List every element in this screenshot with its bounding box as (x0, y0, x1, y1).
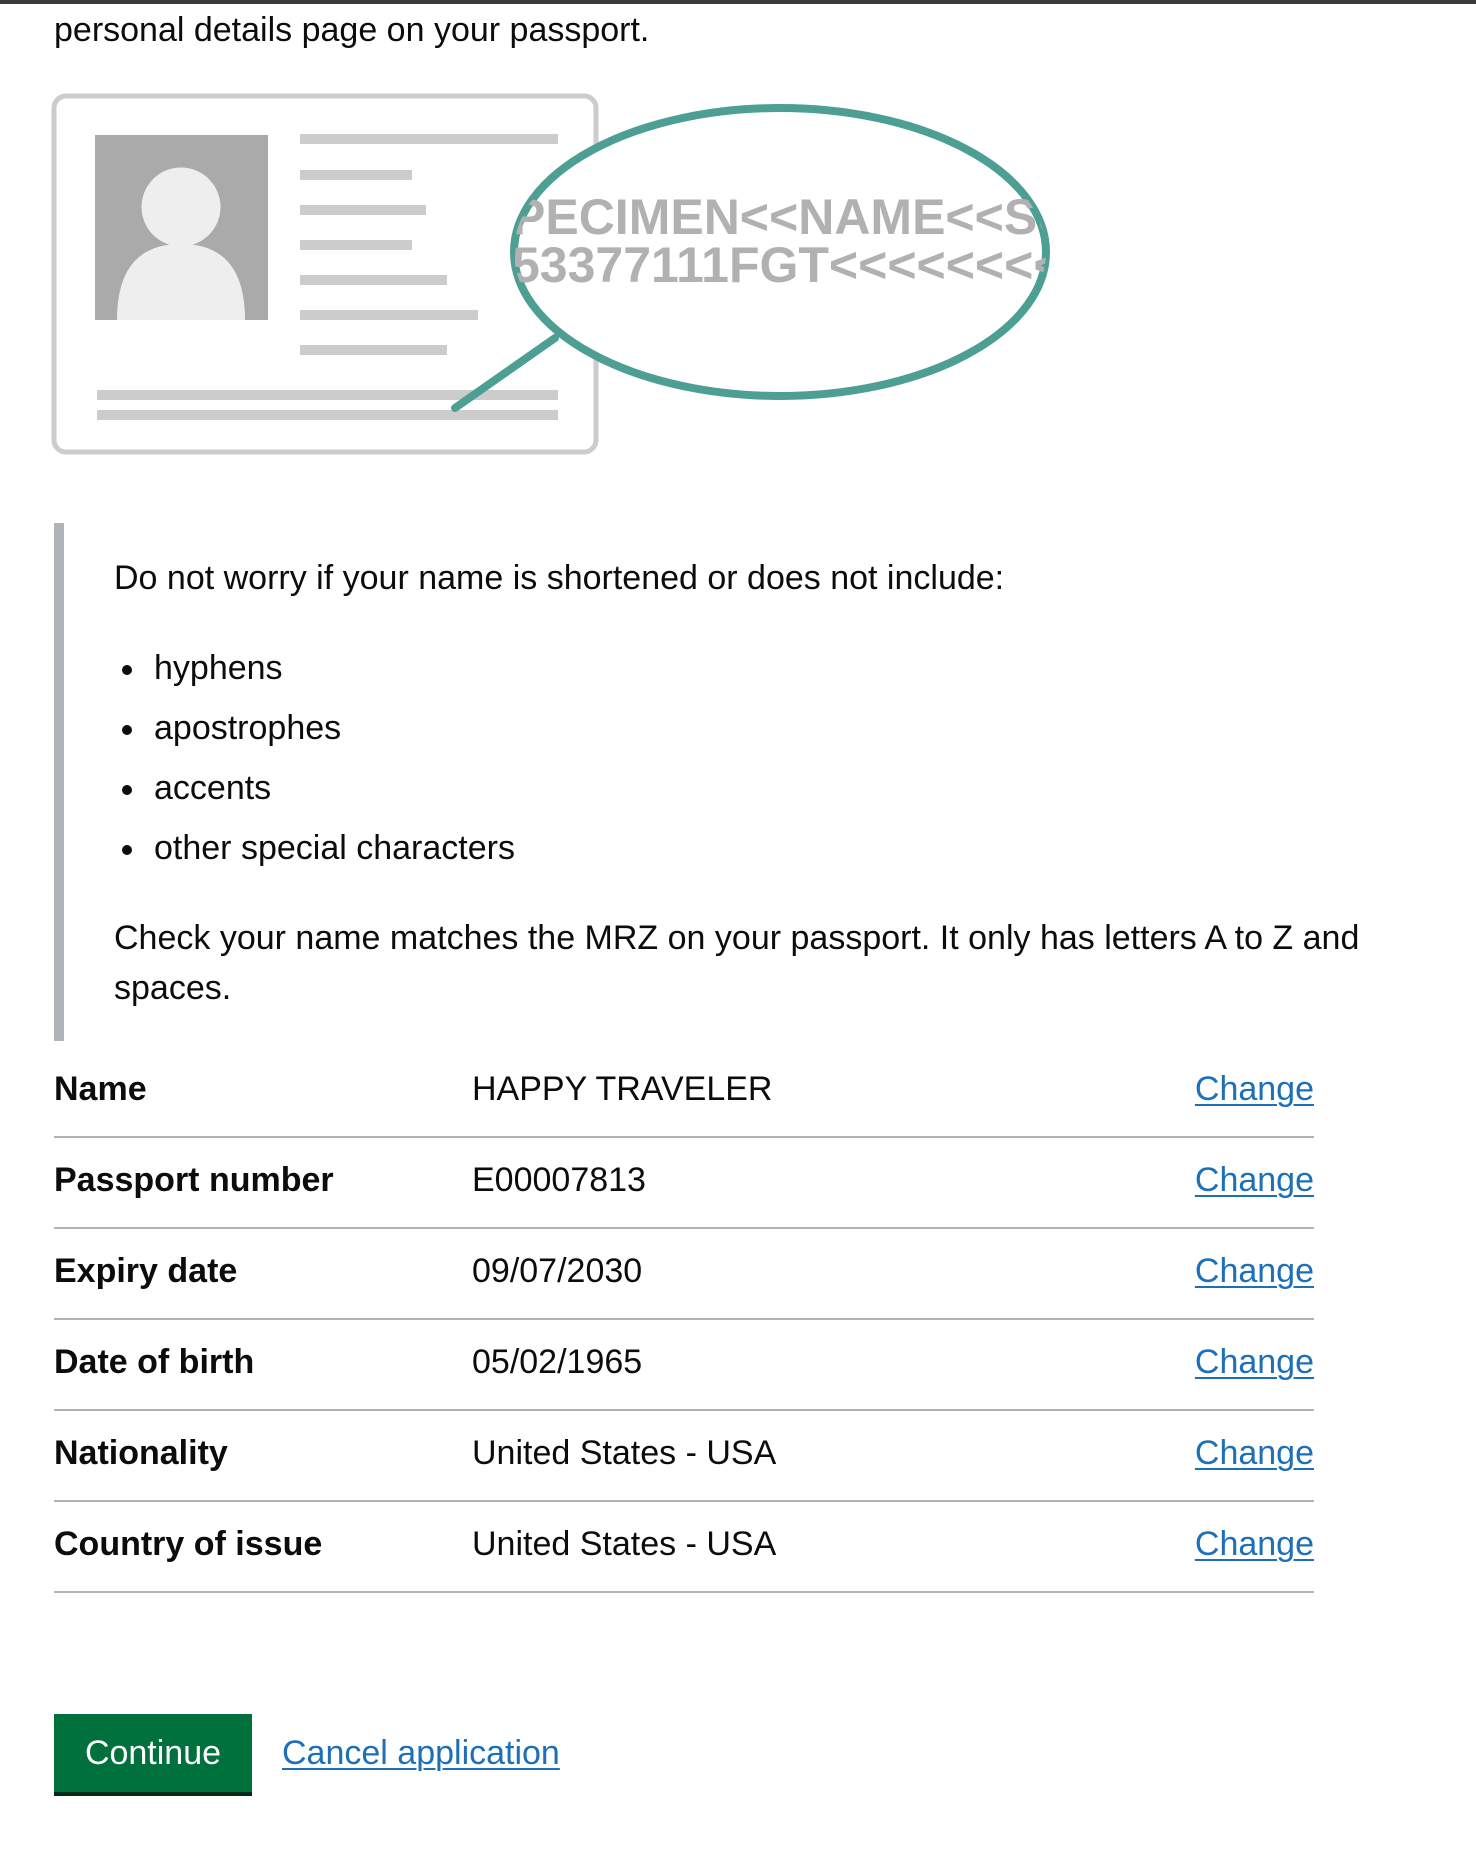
list-item: apostrophes (114, 698, 515, 758)
summary-row-nationality: Nationality United States - USA Change (54, 1411, 1314, 1502)
summary-key: Date of birth (54, 1343, 255, 1381)
summary-list: Name HAPPY TRAVELER Change Passport numb… (54, 1047, 1314, 1593)
top-border (0, 0, 1476, 4)
change-nationality-link[interactable]: Change (1195, 1429, 1314, 1477)
change-name-link[interactable]: Change (1195, 1065, 1314, 1113)
passport-mrz-illustration: PECIMEN<<NAME<<SU 53377111FGT<<<<<<<< (51, 93, 1050, 455)
summary-key: Passport number (54, 1161, 334, 1199)
list-item: other special characters (114, 818, 515, 878)
summary-value: 09/07/2030 (472, 1252, 643, 1290)
summary-value: United States - USA (472, 1525, 777, 1563)
summary-value: HAPPY TRAVELER (472, 1070, 773, 1108)
change-expiry-date-link[interactable]: Change (1195, 1247, 1314, 1295)
summary-value: 05/02/1965 (472, 1343, 643, 1381)
list-item: hyphens (114, 638, 515, 698)
summary-row-country-of-issue: Country of issue United States - USA Cha… (54, 1502, 1314, 1593)
inset-text: Do not worry if your name is shortened o… (54, 523, 1359, 1041)
inset-list: hyphens apostrophes accents other specia… (114, 638, 515, 878)
list-item: accents (114, 758, 515, 818)
summary-value: E00007813 (472, 1161, 646, 1199)
summary-row-name: Name HAPPY TRAVELER Change (54, 1047, 1314, 1138)
summary-row-expiry-date: Expiry date 09/07/2030 Change (54, 1229, 1314, 1320)
continue-button[interactable]: Continue (54, 1714, 252, 1792)
summary-key: Name (54, 1070, 147, 1108)
summary-key: Nationality (54, 1434, 228, 1472)
summary-key: Country of issue (54, 1525, 323, 1563)
summary-key: Expiry date (54, 1252, 238, 1290)
summary-row-date-of-birth: Date of birth 05/02/1965 Change (54, 1320, 1314, 1411)
cancel-application-link[interactable]: Cancel application (282, 1729, 560, 1777)
inset-lead: Do not worry if your name is shortened o… (114, 559, 1005, 597)
passport-photo-icon (95, 135, 268, 320)
mrz-line-2: 53377111FGT<<<<<<<< (512, 237, 1050, 293)
change-passport-number-link[interactable]: Change (1195, 1156, 1314, 1204)
change-country-of-issue-link[interactable]: Change (1195, 1520, 1314, 1568)
change-date-of-birth-link[interactable]: Change (1195, 1338, 1314, 1386)
intro-text: personal details page on your passport. (54, 11, 650, 49)
summary-value: United States - USA (472, 1434, 777, 1472)
summary-row-passport-number: Passport number E00007813 Change (54, 1138, 1314, 1229)
inset-note: Check your name matches the MRZ on your … (114, 919, 1360, 1007)
